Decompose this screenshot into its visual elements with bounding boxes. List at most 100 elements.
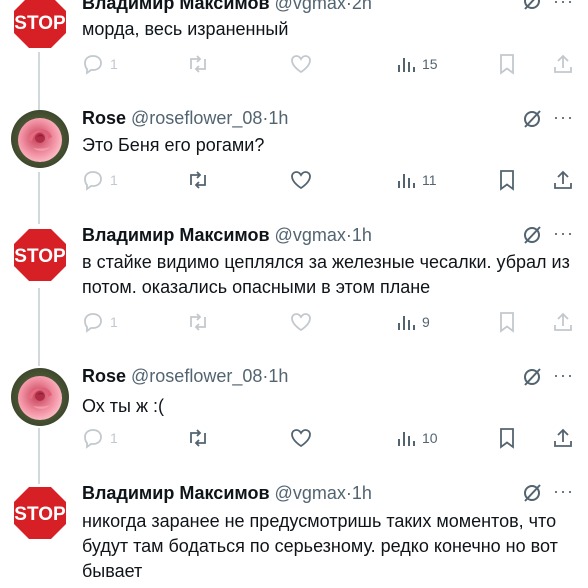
grok-icon[interactable] [521, 224, 543, 246]
stop-sign-text: STOP [14, 246, 66, 267]
bookmark-icon [500, 54, 514, 75]
author-handle[interactable]: @vgmax [275, 0, 346, 13]
author-name[interactable]: Владимир Максимов [82, 0, 270, 13]
author-name[interactable]: Rose [82, 108, 126, 128]
bookmark-button[interactable] [498, 426, 516, 450]
more-icon[interactable]: ··· [553, 366, 577, 390]
stop-sign-image: STOP [11, 484, 69, 542]
tweet-header: Rose @roseflower_08·1h [82, 365, 288, 387]
timestamp[interactable]: 1h [352, 225, 372, 245]
grok-icon[interactable] [521, 108, 543, 130]
conversation-thread: STOP Владимир Максимов @vgmax·2h ··· мор… [0, 0, 588, 588]
author-handle[interactable]: @vgmax [275, 483, 346, 503]
views-count: 11 [422, 172, 437, 188]
avatar-rose[interactable] [11, 110, 69, 168]
timestamp[interactable]: 2h [352, 0, 372, 13]
bookmark-button[interactable] [498, 168, 516, 192]
bookmark-button[interactable] [498, 52, 516, 76]
like-icon [291, 171, 311, 190]
tweet-header: Владимир Максимов @vgmax·2h [82, 0, 372, 14]
like-button[interactable] [290, 168, 312, 192]
more-icon[interactable]: ··· [553, 224, 577, 248]
like-icon [291, 313, 311, 332]
stop-sign-text: STOP [14, 13, 66, 34]
more-icon[interactable]: ··· [553, 482, 577, 506]
retweet-icon [190, 55, 206, 73]
reply-count: 1 [110, 314, 118, 330]
reply-icon [84, 313, 102, 333]
tweet-text: Ох ты ж :( [82, 396, 165, 416]
retweet-button[interactable] [186, 168, 210, 192]
timestamp[interactable]: 1h [268, 108, 288, 128]
like-button[interactable] [290, 310, 312, 334]
reply-icon [84, 55, 102, 75]
author-handle[interactable]: @roseflower_08 [131, 366, 262, 386]
author-name[interactable]: Владимир Максимов [82, 225, 270, 245]
share-icon [554, 428, 572, 447]
retweet-button[interactable] [186, 426, 210, 450]
retweet-icon [190, 313, 206, 331]
author-name[interactable]: Владимир Максимов [82, 483, 270, 503]
avatar-rose[interactable] [11, 368, 69, 426]
avatar-stop-sign[interactable]: STOP [11, 484, 69, 542]
tweet-text: никогда заранее не предусмотришь таких м… [82, 511, 558, 581]
views-icon [398, 432, 415, 446]
reply-count: 1 [110, 56, 118, 72]
stop-sign-image: STOP [11, 0, 69, 51]
reply-button[interactable]: 1 [82, 310, 118, 334]
views-button[interactable]: 9 [396, 310, 430, 334]
retweet-button[interactable] [186, 52, 210, 76]
share-button[interactable] [552, 310, 574, 334]
like-button[interactable] [290, 52, 312, 76]
retweet-icon [190, 429, 206, 447]
like-button[interactable] [290, 426, 312, 450]
views-count: 9 [422, 314, 430, 330]
reply-count: 1 [110, 430, 118, 446]
share-icon [554, 54, 572, 73]
reply-button[interactable]: 1 [82, 52, 118, 76]
tweet-actions: 1 9 [0, 310, 588, 336]
share-icon [554, 312, 572, 331]
avatar-stop-sign[interactable]: STOP [11, 0, 69, 51]
share-button[interactable] [552, 426, 574, 450]
bookmark-button[interactable] [498, 310, 516, 334]
rose-image [11, 368, 69, 426]
more-icon[interactable]: ··· [553, 0, 577, 16]
timestamp[interactable]: 1h [268, 366, 288, 386]
tweet[interactable]: STOP Владимир Максимов @vgmax·1h ··· ник… [0, 0, 588, 581]
author-handle[interactable]: @vgmax [275, 225, 346, 245]
share-button[interactable] [552, 168, 574, 192]
like-icon [291, 55, 311, 74]
views-count: 10 [422, 430, 438, 446]
author-handle[interactable]: @roseflower_08 [131, 108, 262, 128]
avatar-stop-sign[interactable]: STOP [11, 226, 69, 284]
tweet-header: Rose @roseflower_08·1h [82, 107, 288, 129]
reply-button[interactable]: 1 [82, 426, 118, 450]
tweet-header: Владимир Максимов @vgmax·1h [82, 482, 372, 504]
grok-icon[interactable] [521, 366, 543, 388]
author-name[interactable]: Rose [82, 366, 126, 386]
retweet-button[interactable] [186, 310, 210, 334]
like-icon [291, 429, 311, 448]
reply-button[interactable]: 1 [82, 168, 118, 192]
rose-image [11, 110, 69, 168]
tweet-actions: 1 15 [0, 52, 588, 78]
views-button[interactable]: 10 [396, 426, 438, 450]
bookmark-icon [500, 170, 514, 191]
bookmark-icon [500, 312, 514, 333]
reply-icon [84, 171, 102, 191]
views-icon [398, 58, 415, 72]
views-button[interactable]: 11 [396, 168, 437, 192]
share-button[interactable] [552, 52, 574, 76]
stop-sign-image: STOP [11, 226, 69, 284]
bookmark-icon [500, 428, 514, 449]
share-icon [554, 170, 572, 189]
tweet[interactable]: STOP Владимир Максимов @vgmax·2h ··· мор… [0, 0, 588, 90]
timestamp[interactable]: 1h [352, 483, 372, 503]
views-button[interactable]: 15 [396, 52, 438, 76]
grok-icon[interactable] [521, 0, 543, 12]
tweet-actions: 1 11 [0, 168, 588, 194]
more-icon[interactable]: ··· [553, 108, 577, 132]
grok-icon[interactable] [521, 482, 543, 504]
tweet-text: в стайке видимо цеплялся за железные чес… [82, 252, 570, 297]
